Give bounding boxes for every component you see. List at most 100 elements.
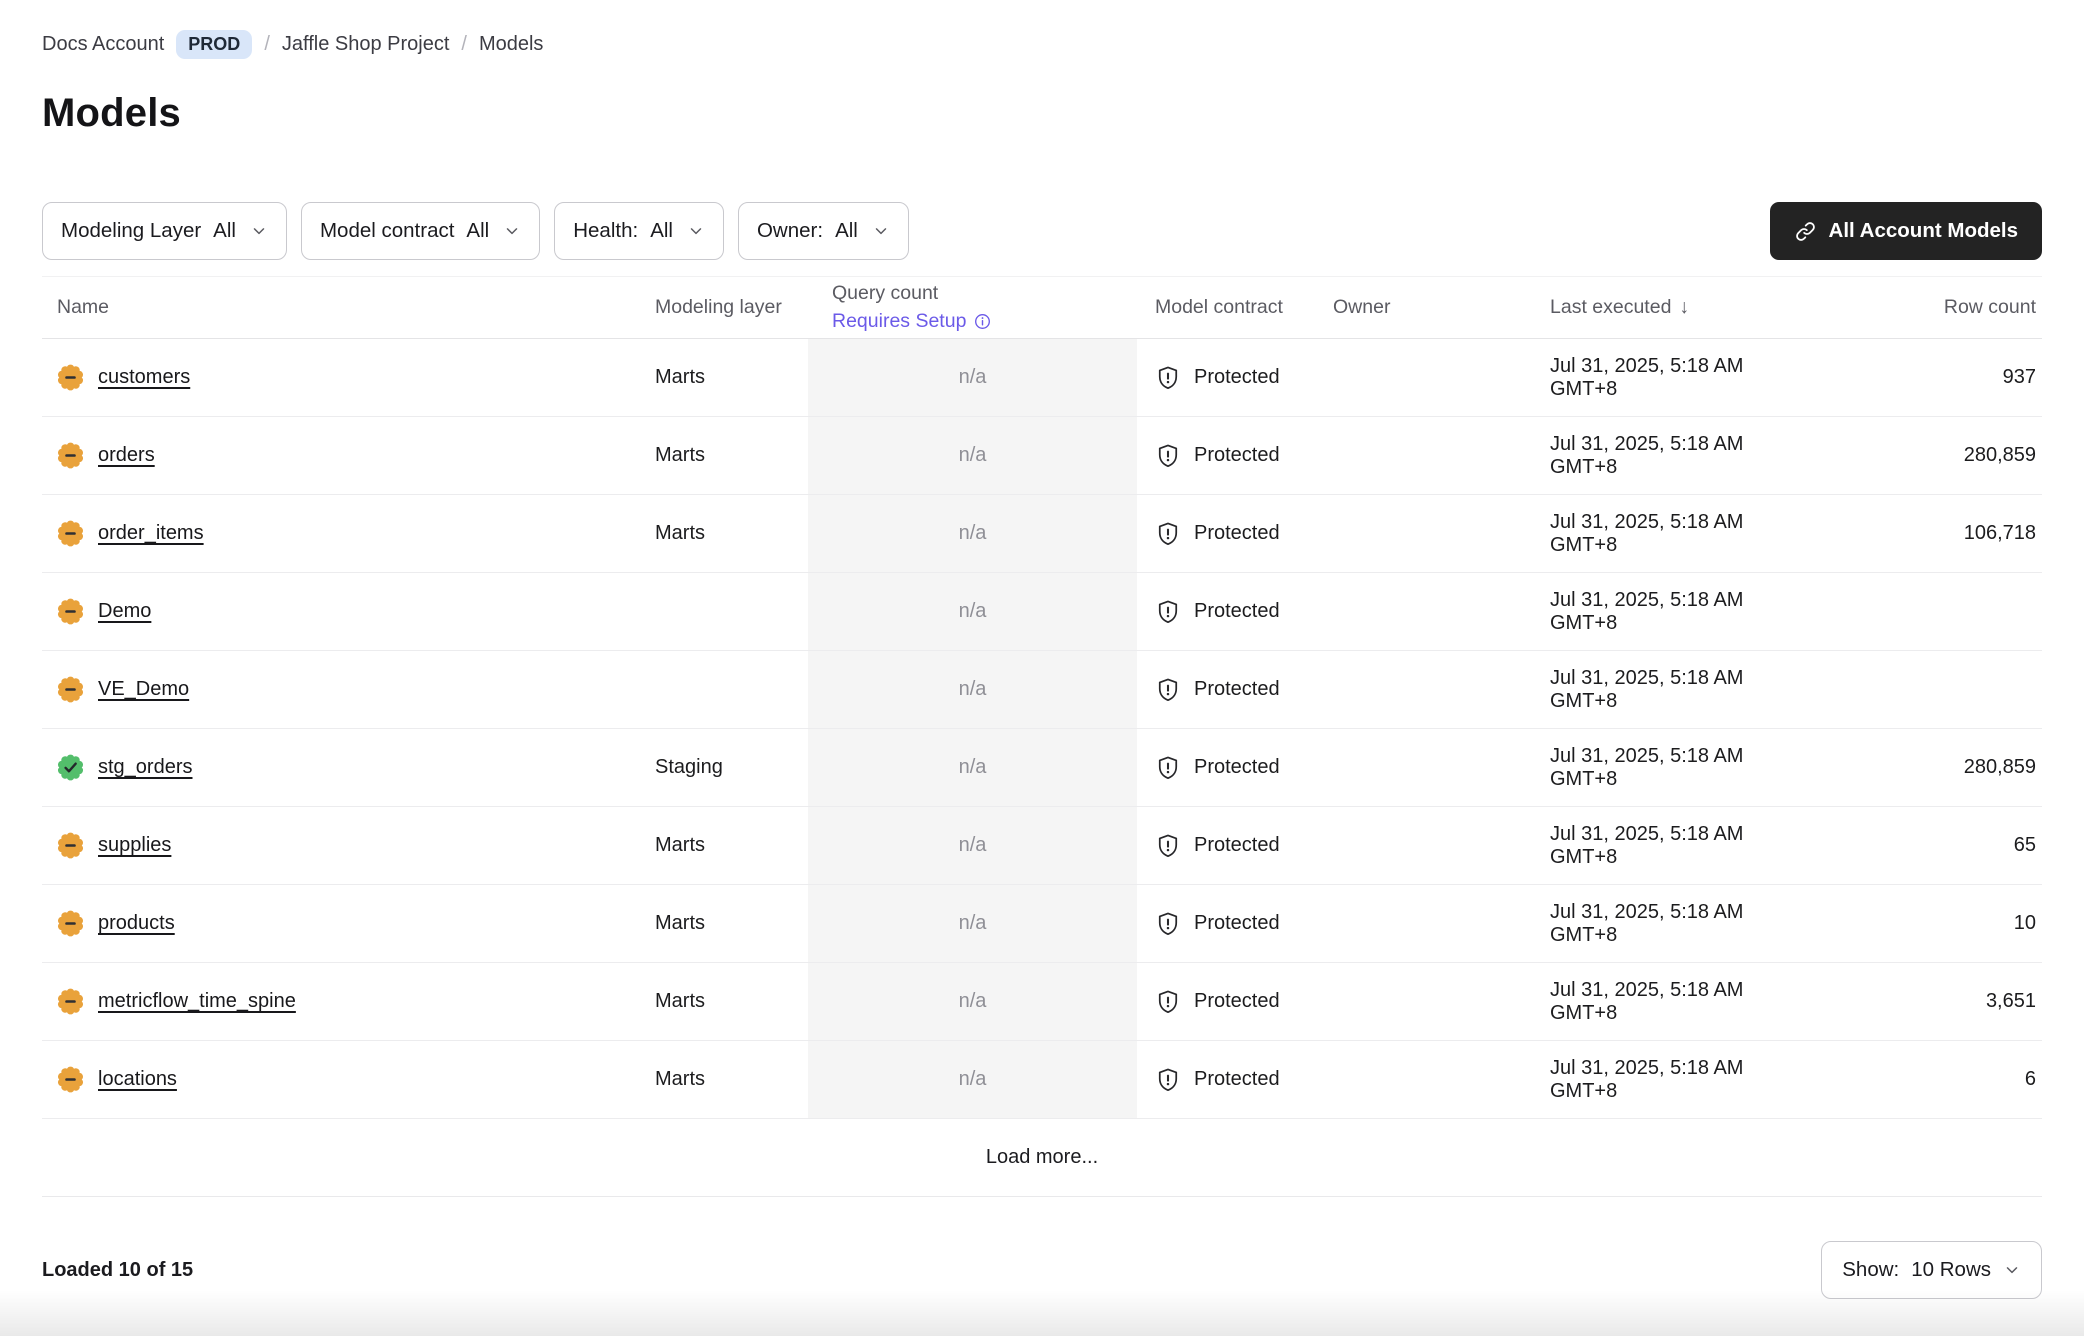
show-value: 10 Rows [1911,1258,1991,1282]
last-executed-value: Jul 31, 2025, 5:18 AM GMT+8 [1482,433,1812,479]
model-name-link[interactable]: locations [98,1068,177,1091]
model-name-link[interactable]: metricflow_time_spine [98,990,296,1013]
col-header-model-contract[interactable]: Model contract [1137,296,1325,319]
model-name-link[interactable]: order_items [98,522,204,545]
table-row: locations Marts n/a Protected Jul 31, 20… [42,1041,2042,1119]
model-name-link[interactable]: stg_orders [98,756,193,779]
last-executed-value: Jul 31, 2025, 5:18 AM GMT+8 [1482,355,1812,401]
table-footer: Loaded 10 of 15 Show: 10 Rows [42,1241,2042,1299]
breadcrumb-account[interactable]: Docs Account [42,33,164,56]
table-row: VE_Demo n/a Protected Jul 31, 2025, 5:18… [42,651,2042,729]
breadcrumb: Docs Account PROD / Jaffle Shop Project … [42,0,2042,59]
last-executed-value: Jul 31, 2025, 5:18 AM GMT+8 [1482,1057,1812,1103]
model-name-link[interactable]: orders [98,444,155,467]
last-executed-label: Last executed [1550,296,1671,318]
modeling-layer-value: Marts [650,1068,808,1091]
breadcrumb-current: Models [479,33,543,56]
modeling-layer-value: Marts [650,522,808,545]
filter-value: All [466,219,489,243]
query-count-value: n/a [808,573,1137,650]
query-count-value: n/a [808,963,1137,1040]
chevron-down-icon [503,222,521,240]
row-count-value: 65 [1812,834,2042,857]
query-count-value: n/a [808,1041,1137,1118]
contract-label: Protected [1194,444,1280,467]
model-name-link[interactable]: products [98,912,175,935]
shield-icon [1155,677,1181,703]
col-header-name[interactable]: Name [42,296,650,319]
filter-model-contract[interactable]: Model contract All [301,202,540,260]
loaded-count-text: Loaded 10 of 15 [42,1259,193,1282]
model-name-link[interactable]: customers [98,366,190,389]
query-count-value: n/a [808,339,1137,416]
load-more-button[interactable]: Load more... [986,1146,1098,1169]
shield-icon [1155,911,1181,937]
modeling-layer-value: Marts [650,912,808,935]
filter-label: Owner: [757,219,823,243]
model-health-icon [57,442,84,469]
row-count-value: 6 [1812,1068,2042,1091]
show-rows-dropdown[interactable]: Show: 10 Rows [1821,1241,2042,1299]
modeling-layer-value: Marts [650,834,808,857]
col-header-row-count[interactable]: Row count [1812,296,2042,319]
last-executed-value: Jul 31, 2025, 5:18 AM GMT+8 [1482,745,1812,791]
filter-value: All [835,219,858,243]
table-row: Demo n/a Protected Jul 31, 2025, 5:18 AM… [42,573,2042,651]
last-executed-value: Jul 31, 2025, 5:18 AM GMT+8 [1482,901,1812,947]
contract-label: Protected [1194,600,1280,623]
shield-icon [1155,521,1181,547]
contract-label: Protected [1194,678,1280,701]
query-count-value: n/a [808,417,1137,494]
contract-label: Protected [1194,522,1280,545]
last-executed-value: Jul 31, 2025, 5:18 AM GMT+8 [1482,667,1812,713]
query-count-value: n/a [808,885,1137,962]
filter-health[interactable]: Health: All [554,202,724,260]
last-executed-value: Jul 31, 2025, 5:18 AM GMT+8 [1482,823,1812,869]
chevron-down-icon [250,222,268,240]
col-header-owner[interactable]: Owner [1325,296,1482,319]
col-header-modeling-layer[interactable]: Modeling layer [650,296,808,319]
requires-setup-link[interactable]: Requires Setup [832,309,1137,334]
chevron-down-icon [872,222,890,240]
shield-icon [1155,1067,1181,1093]
breadcrumb-project[interactable]: Jaffle Shop Project [282,33,450,56]
sort-desc-icon: ↓ [1679,296,1689,318]
table-row: products Marts n/a Protected Jul 31, 202… [42,885,2042,963]
model-name-link[interactable]: Demo [98,600,151,623]
requires-setup-label: Requires Setup [832,309,966,334]
environment-badge: PROD [176,30,252,59]
col-header-last-executed[interactable]: Last executed ↓ [1482,296,1812,319]
modeling-layer-value: Marts [650,366,808,389]
filter-value: All [650,219,673,243]
table-row: supplies Marts n/a Protected Jul 31, 202… [42,807,2042,885]
modeling-layer-value: Marts [650,990,808,1013]
modeling-layer-value: Staging [650,756,808,779]
filter-label: Health: [573,219,638,243]
query-count-value: n/a [808,651,1137,728]
model-name-link[interactable]: VE_Demo [98,678,189,701]
model-health-icon [57,598,84,625]
all-account-models-label: All Account Models [1829,219,2018,243]
contract-label: Protected [1194,756,1280,779]
row-count-value: 280,859 [1812,756,2042,779]
shield-icon [1155,443,1181,469]
load-more-row: Load more... [42,1119,2042,1197]
filter-label: Modeling Layer [61,219,201,243]
table-row: metricflow_time_spine Marts n/a Protecte… [42,963,2042,1041]
model-health-icon [57,676,84,703]
shield-icon [1155,833,1181,859]
filter-owner[interactable]: Owner: All [738,202,909,260]
query-count-label: Query count [832,281,1137,306]
breadcrumb-separator: / [264,33,270,56]
models-table: Name Modeling layer Query count Requires… [42,276,2042,1197]
table-row: orders Marts n/a Protected Jul 31, 2025,… [42,417,2042,495]
contract-label: Protected [1194,1068,1280,1091]
filter-modeling-layer[interactable]: Modeling Layer All [42,202,287,260]
table-header-row: Name Modeling layer Query count Requires… [42,276,2042,339]
table-row: customers Marts n/a Protected Jul 31, 20… [42,339,2042,417]
model-health-icon [57,1066,84,1093]
model-name-link[interactable]: supplies [98,834,171,857]
last-executed-value: Jul 31, 2025, 5:18 AM GMT+8 [1482,589,1812,635]
all-account-models-button[interactable]: All Account Models [1770,202,2042,260]
model-health-icon [57,520,84,547]
